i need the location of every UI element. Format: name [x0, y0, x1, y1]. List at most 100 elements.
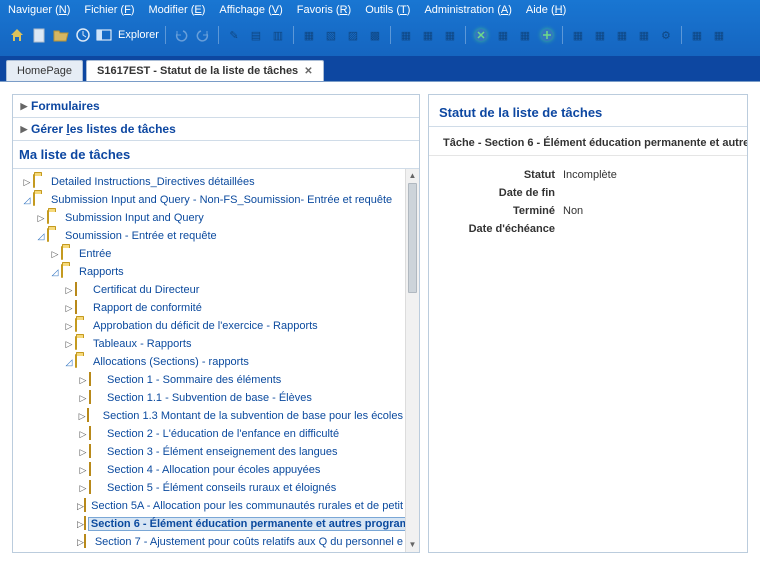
- prop-statut-key: Statut: [443, 169, 563, 181]
- prop-fin-key: Date de fin: [443, 187, 563, 199]
- tree-node-certificat[interactable]: ▷Certificat du Directeur: [15, 281, 403, 299]
- scroll-thumb[interactable]: [408, 183, 417, 293]
- tree-node-soumission[interactable]: ◿Soumission - Entrée et requête: [15, 227, 403, 245]
- main-toolbar: Explorer ✎ ▤ ▥ ▦ ▧ ▨ ▩ ▦ ▦ ▦ ▦ ▦ ▦ ▦ ▦ ▦…: [0, 20, 760, 50]
- scroll-up-icon[interactable]: ▲: [406, 169, 419, 183]
- tree-node-s5a[interactable]: ▷Section 5A - Allocation pour les commun…: [15, 497, 403, 515]
- open-folder-icon[interactable]: [52, 26, 70, 44]
- chevron-right-icon[interactable]: ▷: [63, 321, 75, 332]
- sync3-icon[interactable]: ▦: [516, 26, 534, 44]
- tree-node-s3[interactable]: ▷Section 3 - Élément enseignement des la…: [15, 443, 403, 461]
- tree-node-s13[interactable]: ▷Section 1.3 Montant de la subvention de…: [15, 407, 403, 425]
- menu-modifier[interactable]: Modifier (E): [149, 4, 206, 16]
- tree-node-submission-nonfs[interactable]: ◿Submission Input and Query - Non-FS_Sou…: [15, 191, 403, 209]
- t3-icon[interactable]: ▦: [613, 26, 631, 44]
- chevron-right-icon[interactable]: ▷: [63, 303, 75, 314]
- chevron-down-icon[interactable]: ◿: [35, 231, 47, 242]
- sync2-icon[interactable]: ▦: [494, 26, 512, 44]
- tree-node-s11[interactable]: ▷Section 1.1 - Subvention de base - Élèv…: [15, 389, 403, 407]
- new-doc-icon[interactable]: [30, 26, 48, 44]
- right-title: Statut de la liste de tâches: [429, 95, 747, 127]
- menu-favoris[interactable]: Favoris (R): [297, 4, 351, 16]
- menu-aide[interactable]: Aide (H): [526, 4, 566, 16]
- u1-icon[interactable]: ▦: [688, 26, 706, 44]
- explorer-label[interactable]: Explorer: [118, 29, 159, 41]
- chevron-right-icon[interactable]: ▷: [35, 213, 47, 224]
- tab-active-label: S1617EST - Statut de la liste de tâches: [97, 65, 298, 77]
- tree-node-submission-iq[interactable]: ▷Submission Input and Query: [15, 209, 403, 227]
- tree-node-approbation[interactable]: ▷Approbation du déficit de l'exercice - …: [15, 317, 403, 335]
- chevron-right-icon[interactable]: ▷: [63, 285, 75, 296]
- undo-icon[interactable]: [172, 26, 190, 44]
- tree-node-conformite[interactable]: ▷Rapport de conformité: [15, 299, 403, 317]
- t1-icon[interactable]: ▦: [569, 26, 587, 44]
- vertical-scrollbar[interactable]: ▲ ▼: [405, 169, 419, 552]
- schedule-icon[interactable]: [74, 26, 92, 44]
- chevron-right-icon[interactable]: ▷: [77, 483, 89, 494]
- doc1-icon[interactable]: ▤: [247, 26, 265, 44]
- menu-fichier[interactable]: Fichier (F): [84, 4, 134, 16]
- chevron-right-icon[interactable]: ▷: [77, 465, 89, 476]
- tree-node-s5[interactable]: ▷Section 5 - Élément conseils ruraux et …: [15, 479, 403, 497]
- tree-node-s7[interactable]: ▷Section 7 - Ajustement pour coûts relat…: [15, 533, 403, 551]
- section-gerer[interactable]: ▶Gérer les listes de tâches: [13, 118, 419, 141]
- grid3-icon[interactable]: ▨: [344, 26, 362, 44]
- chevron-down-icon[interactable]: ◿: [63, 357, 75, 368]
- sync4-icon[interactable]: [538, 26, 556, 44]
- chevron-right-icon: ▶: [19, 124, 29, 135]
- section-formulaires[interactable]: ▶Formulaires: [13, 95, 419, 118]
- chevron-right-icon[interactable]: ▷: [77, 411, 87, 422]
- chevron-right-icon[interactable]: ▷: [63, 339, 75, 350]
- tree-node-tableaux[interactable]: ▷Tableaux - Rapports: [15, 335, 403, 353]
- t4-icon[interactable]: ▦: [635, 26, 653, 44]
- tree-node-s2[interactable]: ▷Section 2 - L'éducation de l'enfance en…: [15, 425, 403, 443]
- doc2-icon[interactable]: ▥: [269, 26, 287, 44]
- chevron-right-icon[interactable]: ▷: [49, 249, 61, 260]
- chevron-right-icon[interactable]: ▷: [77, 393, 89, 404]
- menu-outils[interactable]: Outils (T): [365, 4, 410, 16]
- main-menubar: Naviguer (N) Fichier (F) Modifier (E) Af…: [0, 0, 760, 20]
- close-icon[interactable]: ✕: [304, 66, 312, 77]
- scroll-down-icon[interactable]: ▼: [406, 538, 419, 552]
- prop-statut-val: Incomplète: [563, 169, 617, 181]
- chevron-right-icon[interactable]: ▷: [77, 501, 84, 512]
- chevron-right-icon[interactable]: ▷: [77, 519, 84, 530]
- tree-node-s1[interactable]: ▷Section 1 - Sommaire des éléments: [15, 371, 403, 389]
- task-tree: ▷Detailed Instructions_Directives détail…: [13, 169, 405, 552]
- section-maliste: Ma liste de tâches: [13, 141, 419, 169]
- chevron-right-icon[interactable]: ▷: [77, 537, 84, 548]
- chevron-right-icon[interactable]: ▷: [77, 375, 89, 386]
- chevron-down-icon[interactable]: ◿: [21, 195, 33, 206]
- edit-icon[interactable]: ✎: [225, 26, 243, 44]
- menu-naviguer[interactable]: Naviguer (N): [8, 4, 70, 16]
- grid5-icon[interactable]: ▦: [397, 26, 415, 44]
- explorer-icon: [96, 28, 112, 42]
- tree-node-s4[interactable]: ▷Section 4 - Allocation pour écoles appu…: [15, 461, 403, 479]
- tab-homepage[interactable]: HomePage: [6, 60, 83, 81]
- redo-icon[interactable]: [194, 26, 212, 44]
- tree-node-allocations[interactable]: ◿Allocations (Sections) - rapports: [15, 353, 403, 371]
- u2-icon[interactable]: ▦: [710, 26, 728, 44]
- grid7-icon[interactable]: ▦: [441, 26, 459, 44]
- tree-node-rapports[interactable]: ◿Rapports: [15, 263, 403, 281]
- chevron-right-icon[interactable]: ▷: [77, 447, 89, 458]
- menu-administration[interactable]: Administration (A): [424, 4, 511, 16]
- grid6-icon[interactable]: ▦: [419, 26, 437, 44]
- tree-node-s6[interactable]: ▷Section 6 - Élément éducation permanent…: [15, 515, 403, 533]
- prop-termine-key: Terminé: [443, 205, 563, 217]
- grid2-icon[interactable]: ▧: [322, 26, 340, 44]
- grid1-icon[interactable]: ▦: [300, 26, 318, 44]
- chevron-right-icon[interactable]: ▷: [21, 177, 33, 188]
- tree-node-detailed[interactable]: ▷Detailed Instructions_Directives détail…: [15, 173, 403, 191]
- sync1-icon[interactable]: [472, 26, 490, 44]
- t2-icon[interactable]: ▦: [591, 26, 609, 44]
- home-icon[interactable]: [8, 26, 26, 44]
- chevron-right-icon[interactable]: ▷: [77, 429, 89, 440]
- tab-active[interactable]: S1617EST - Statut de la liste de tâches …: [86, 60, 324, 81]
- tab-bar: HomePage S1617EST - Statut de la liste d…: [0, 56, 760, 82]
- grid4-icon[interactable]: ▩: [366, 26, 384, 44]
- chevron-down-icon[interactable]: ◿: [49, 267, 61, 278]
- menu-affichage[interactable]: Affichage (V): [219, 4, 282, 16]
- t5-icon[interactable]: ⚙: [657, 26, 675, 44]
- tree-node-entree[interactable]: ▷Entrée: [15, 245, 403, 263]
